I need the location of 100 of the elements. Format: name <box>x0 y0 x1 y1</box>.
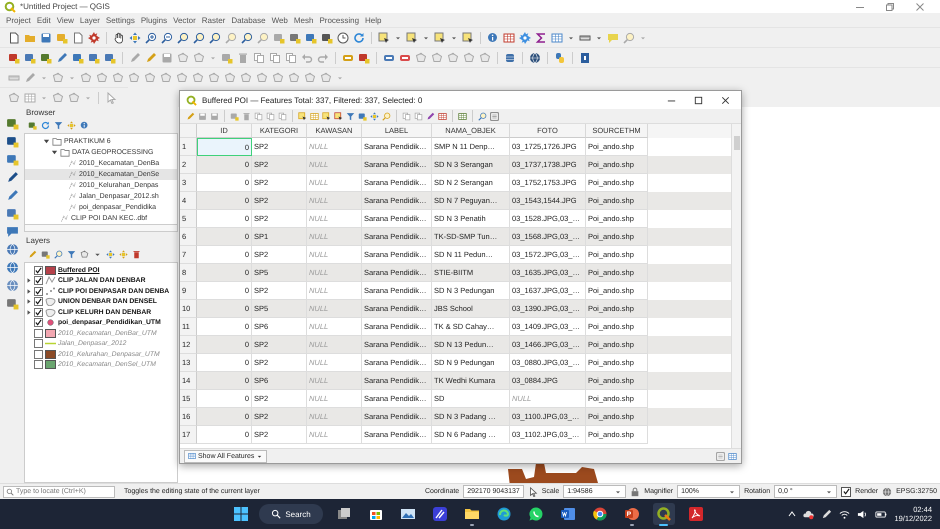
vertex-tool-icon[interactable] <box>68 92 80 104</box>
menu-item[interactable]: Layer <box>76 16 103 24</box>
layer-icon[interactable] <box>40 52 52 64</box>
vertex-tool-icon[interactable] <box>479 52 491 64</box>
layer-icon[interactable] <box>28 120 37 130</box>
magnifier-icon[interactable] <box>241 32 253 44</box>
speech-bubble-icon[interactable] <box>6 225 18 238</box>
layer-icon[interactable] <box>358 52 370 64</box>
table-icon[interactable] <box>728 452 737 460</box>
expander-arrow-icon[interactable] <box>43 138 50 145</box>
hand-icon[interactable] <box>113 32 125 44</box>
checkbox[interactable] <box>34 350 43 359</box>
vertex-tool-icon[interactable] <box>176 72 188 84</box>
vertex-tool-icon[interactable] <box>160 72 172 84</box>
ring-logo-icon[interactable] <box>4 0 16 12</box>
search-box[interactable]: Search <box>259 504 323 524</box>
trash-icon[interactable] <box>132 250 141 258</box>
selection-icon[interactable] <box>298 112 307 120</box>
menu-item[interactable]: Plugins <box>138 16 170 24</box>
vertex-tool-icon[interactable] <box>193 52 205 64</box>
layer-icon[interactable] <box>6 297 18 310</box>
layer-icon[interactable] <box>289 32 301 44</box>
cursor-icon[interactable] <box>528 486 538 496</box>
globe-icon[interactable] <box>529 52 541 64</box>
speaker-icon[interactable] <box>857 508 868 520</box>
gear-icon[interactable] <box>519 32 531 44</box>
layer-icon[interactable] <box>6 207 18 220</box>
table-icon[interactable] <box>24 92 36 104</box>
layer-icon[interactable] <box>6 135 18 148</box>
sum-icon[interactable] <box>535 32 547 44</box>
vertex-tool-icon[interactable] <box>8 92 20 104</box>
info-icon[interactable] <box>487 32 499 44</box>
move-icon[interactable] <box>67 120 76 130</box>
copy-icon[interactable] <box>269 52 281 64</box>
layer-icon[interactable] <box>305 32 317 44</box>
book-icon[interactable] <box>579 52 591 64</box>
vertex-tool-icon[interactable] <box>52 72 64 84</box>
menu-item[interactable]: Database <box>228 16 269 24</box>
undo-icon[interactable] <box>301 52 313 64</box>
layer-icon[interactable] <box>8 52 20 64</box>
page-icon[interactable] <box>8 32 20 44</box>
selection-icon[interactable] <box>322 112 331 120</box>
refresh-icon[interactable] <box>353 32 365 44</box>
copy-icon[interactable] <box>285 52 297 64</box>
pencil-icon[interactable] <box>426 112 435 120</box>
vertex-tool-icon[interactable] <box>80 250 89 258</box>
redo-icon[interactable] <box>317 52 329 64</box>
globe-icon[interactable] <box>6 243 18 256</box>
globe-icon[interactable] <box>6 279 18 292</box>
selection-icon[interactable] <box>406 32 418 44</box>
vertex-tool-icon[interactable] <box>96 72 108 84</box>
globe-icon[interactable] <box>882 486 892 496</box>
selection-icon[interactable] <box>462 32 474 44</box>
table-icon[interactable] <box>438 112 447 120</box>
copy-icon[interactable] <box>253 52 265 64</box>
zoom-in-icon[interactable] <box>145 32 157 44</box>
clock-icon[interactable] <box>337 32 349 44</box>
vertex-tool-icon[interactable] <box>256 72 268 84</box>
form-view-icon[interactable] <box>490 112 499 120</box>
layer-icon[interactable] <box>104 52 116 64</box>
filter-icon[interactable] <box>346 112 355 120</box>
vertex-tool-icon[interactable] <box>304 72 316 84</box>
checkbox[interactable] <box>34 297 43 306</box>
vertex-tool-icon[interactable] <box>80 72 92 84</box>
cloud-icon[interactable] <box>803 508 814 520</box>
vertex-tool-icon[interactable] <box>192 72 204 84</box>
vertex-tool-icon[interactable] <box>128 72 140 84</box>
magnifier-icon[interactable] <box>54 250 63 258</box>
vertex-tool-icon[interactable] <box>112 72 124 84</box>
layer-icon[interactable] <box>6 117 18 130</box>
vertex-tool-icon[interactable] <box>208 72 220 84</box>
menu-item[interactable]: Processing <box>316 16 362 24</box>
close-icon[interactable] <box>720 94 731 106</box>
move-icon[interactable] <box>106 250 115 258</box>
expander-arrow-icon[interactable] <box>26 298 32 306</box>
menu-item[interactable]: Edit <box>34 16 54 24</box>
selection-icon[interactable] <box>434 32 446 44</box>
menu-item[interactable]: Help <box>362 16 384 24</box>
pencil-icon[interactable] <box>6 171 18 184</box>
vertex-tool-icon[interactable] <box>447 52 459 64</box>
pen-icon[interactable] <box>821 508 832 520</box>
database-icon[interactable] <box>504 52 516 64</box>
checkbox[interactable] <box>34 318 43 328</box>
trash-icon[interactable] <box>242 112 251 120</box>
checkbox[interactable] <box>34 308 43 317</box>
save-icon[interactable] <box>198 112 207 120</box>
checkbox[interactable] <box>34 266 43 275</box>
checkbox[interactable] <box>34 339 43 348</box>
menu-item[interactable]: Project <box>3 16 34 24</box>
menu-item[interactable]: Vector <box>170 16 199 24</box>
restore-icon[interactable] <box>884 0 896 12</box>
checkbox[interactable] <box>34 328 43 338</box>
vertex-tool-icon[interactable] <box>52 92 64 104</box>
maximize-icon[interactable] <box>693 94 704 106</box>
selection-icon[interactable] <box>378 32 390 44</box>
layer-icon[interactable] <box>72 52 84 64</box>
trash-icon[interactable] <box>237 52 249 64</box>
save-icon[interactable] <box>161 52 173 64</box>
expander-arrow-icon[interactable] <box>26 288 32 295</box>
move-icon[interactable] <box>119 250 128 258</box>
